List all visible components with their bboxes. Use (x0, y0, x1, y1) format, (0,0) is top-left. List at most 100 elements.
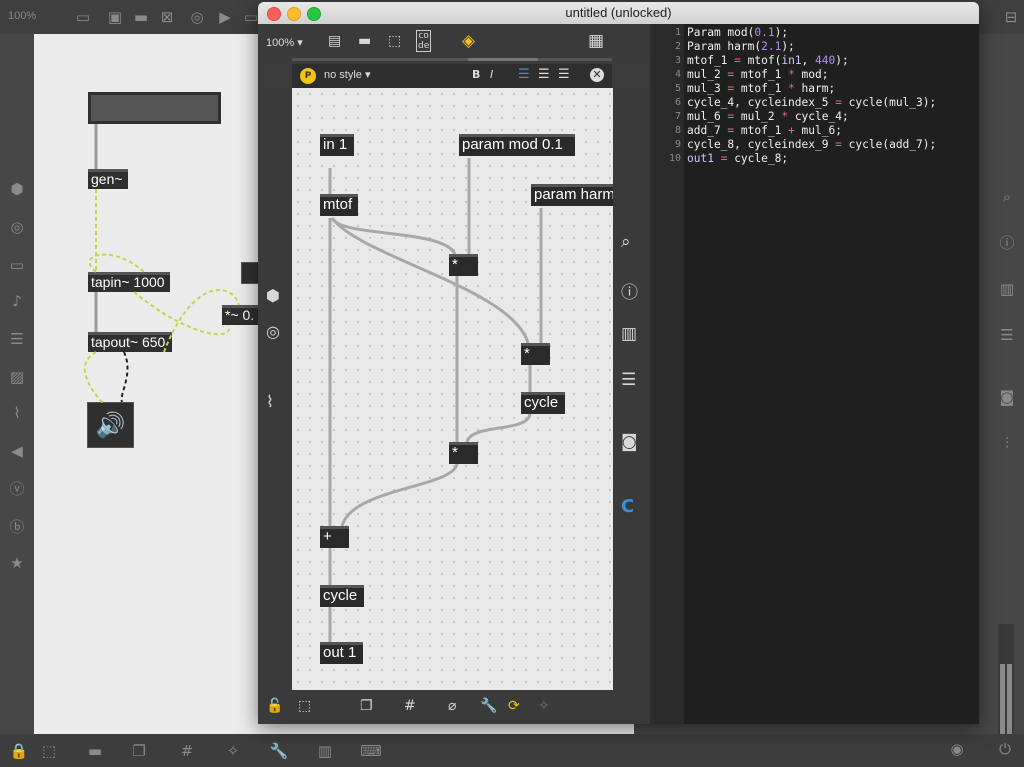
style-dropdown[interactable]: no style ▾ (324, 68, 371, 81)
code-line: mul_2 = mtof_1 * mod; (687, 68, 829, 81)
image-icon[interactable]: ▨ (6, 368, 28, 386)
gen-toolbar: 100% ▾ ▤ ▬ ⬚ co de ◈ ▦ (258, 24, 650, 62)
bg-toolbar-icon-2[interactable]: ▣ (104, 8, 126, 26)
piano-icon[interactable]: ▥ (314, 742, 336, 760)
search-icon[interactable]: ⌕ (621, 232, 631, 252)
in1-object[interactable]: in 1 (320, 134, 354, 156)
code-line: mul_3 = mtof_1 * harm; (687, 82, 836, 95)
vignette-icon[interactable]: ▭ (6, 256, 28, 274)
audio-play-icon[interactable]: ◉ (946, 740, 968, 758)
keyboard-icon[interactable]: ⌨ (360, 742, 382, 760)
code-editor[interactable]: Param mod(0.1); Param harm(2.1); mtof_1 = … (684, 24, 979, 724)
target-icon[interactable]: ◎ (266, 322, 280, 341)
wrench-icon[interactable]: 🔧 (268, 742, 290, 760)
code-line: cycle_8, cycleindex_9 = cycle(add_7); (687, 138, 937, 151)
align-right-icon[interactable]: ☰ (558, 67, 570, 82)
grid-icon[interactable]: # (176, 742, 198, 760)
param-harm-object[interactable]: param harm (531, 184, 613, 206)
gen-patch-canvas[interactable]: in 1 param mod 0.1 param harm mtof * * c… (292, 88, 613, 690)
lock-icon[interactable]: 🔒 (8, 742, 30, 760)
paint-bucket-icon[interactable]: ◈ (462, 31, 475, 51)
select-icon[interactable]: ⬚ (38, 742, 60, 760)
line-number: 9 (674, 139, 681, 150)
mute-icon[interactable]: ⌀ (448, 698, 456, 714)
italic-button[interactable]: I (490, 68, 493, 81)
snap-icon[interactable]: ✧ (222, 742, 244, 760)
bg-comment-icon[interactable]: ▬ (130, 8, 152, 26)
style-p-icon[interactable]: P (300, 68, 316, 84)
line-number: 4 (674, 69, 681, 80)
layers-icon[interactable]: ❐ (360, 698, 373, 714)
zoom-dropdown[interactable]: 100% ▾ (266, 36, 303, 49)
right-sidebar: ⌕ ⓘ ▥ ☰ ◙ C (613, 88, 650, 690)
align-left-icon[interactable]: ☰ (518, 67, 530, 82)
star-icon[interactable]: ★ (6, 554, 28, 572)
paperclip-icon[interactable]: ⌇ (6, 404, 28, 422)
list-icon[interactable]: ☰ (6, 330, 28, 348)
bg-book-icon[interactable]: ▥ (996, 280, 1018, 298)
b-icon[interactable]: ⓑ (6, 518, 28, 536)
bg-grid-icon[interactable]: ⊟ (1000, 8, 1022, 26)
share-icon[interactable]: ◀ (6, 442, 28, 460)
c-icon[interactable]: C (621, 496, 634, 517)
line-number: 8 (674, 125, 681, 136)
bg-toolbar-icon-4[interactable]: ⊠ (156, 8, 178, 26)
multiply-1-object[interactable]: * (449, 254, 478, 276)
select-icon[interactable]: ⬚ (298, 698, 311, 714)
book-icon[interactable]: ▥ (621, 324, 637, 344)
comment-icon[interactable]: ▬ (358, 33, 371, 49)
multiply-2-object[interactable]: * (521, 343, 550, 365)
refresh-icon[interactable]: ⟳ (508, 698, 520, 714)
paperclip-icon[interactable]: ⌇ (266, 392, 274, 411)
code-line: mul_6 = mul_2 * cycle_4; (687, 110, 849, 123)
presentation-icon[interactable]: ▬ (84, 742, 106, 760)
cube-icon[interactable]: ⬢ (266, 286, 280, 305)
target-icon[interactable]: ◎ (6, 218, 28, 236)
cube-icon[interactable]: ⬢ (6, 180, 28, 198)
bg-toolbar-icon-6[interactable]: ▶ (214, 8, 236, 26)
frame-icon[interactable]: ⬚ (388, 33, 401, 49)
bg-info-icon[interactable]: ⓘ (996, 234, 1018, 252)
bg-camera-icon[interactable]: ◙ (996, 388, 1018, 406)
object-box-icon[interactable]: ▤ (328, 33, 341, 49)
codebox-icon[interactable]: co de (416, 30, 432, 52)
cycle-2-object[interactable]: cycle (320, 585, 364, 607)
wrench-icon[interactable]: 🔧 (480, 698, 497, 714)
music-icon[interactable]: ♪ (6, 292, 28, 310)
add-object[interactable]: + (320, 526, 349, 548)
line-number: 6 (674, 97, 681, 108)
toolbar-separator (292, 58, 612, 61)
out1-object[interactable]: out 1 (320, 642, 363, 664)
grid-icon[interactable]: ▦ (588, 31, 604, 51)
snap-icon[interactable]: ✧ (538, 698, 550, 714)
power-icon[interactable]: ⏻ (994, 740, 1016, 758)
grid-icon[interactable]: # (404, 698, 416, 714)
list-icon[interactable]: ☰ (621, 370, 636, 390)
align-center-icon[interactable]: ☰ (538, 67, 550, 82)
bg-toolbar-icon-1[interactable]: ▭ (72, 8, 94, 26)
multiply-3-object[interactable]: * (449, 442, 478, 464)
bg-zoom-label[interactable]: 100% (8, 10, 36, 22)
clear-style-icon[interactable]: ✕ (590, 68, 604, 82)
bg-toolbar-icon-5[interactable]: ◎ (186, 8, 208, 26)
layers-icon[interactable]: ❐ (128, 742, 150, 760)
info-icon[interactable]: ⓘ (621, 278, 638, 303)
code-line: mtof_1 = mtof(in1, 440); (687, 54, 849, 67)
line-number: 5 (674, 83, 681, 94)
window-titlebar[interactable]: untitled (unlocked) (258, 2, 979, 25)
line-number: 1 (674, 27, 681, 38)
camera-icon[interactable]: ◙ (621, 432, 638, 452)
bold-button[interactable]: B (472, 68, 480, 81)
line-number: 3 (674, 55, 681, 66)
bg-list-icon[interactable]: ☰ (996, 326, 1018, 344)
unlock-icon[interactable]: 🔓 (266, 698, 283, 714)
bg-mixer-icon[interactable]: ⫶ (996, 434, 1018, 452)
background-right-sidebar: ⌕ ⓘ ▥ ☰ ◙ ⫶ (990, 34, 1024, 764)
cycle-1-object[interactable]: cycle (521, 392, 565, 414)
bg-search-icon[interactable]: ⌕ (996, 188, 1018, 206)
code-line: out1 = cycle_8; (687, 152, 789, 165)
mtof-object[interactable]: mtof (320, 194, 358, 216)
v-icon[interactable]: ⓥ (6, 480, 28, 498)
param-mod-object[interactable]: param mod 0.1 (459, 134, 575, 156)
window-title: untitled (unlocked) (565, 5, 672, 20)
